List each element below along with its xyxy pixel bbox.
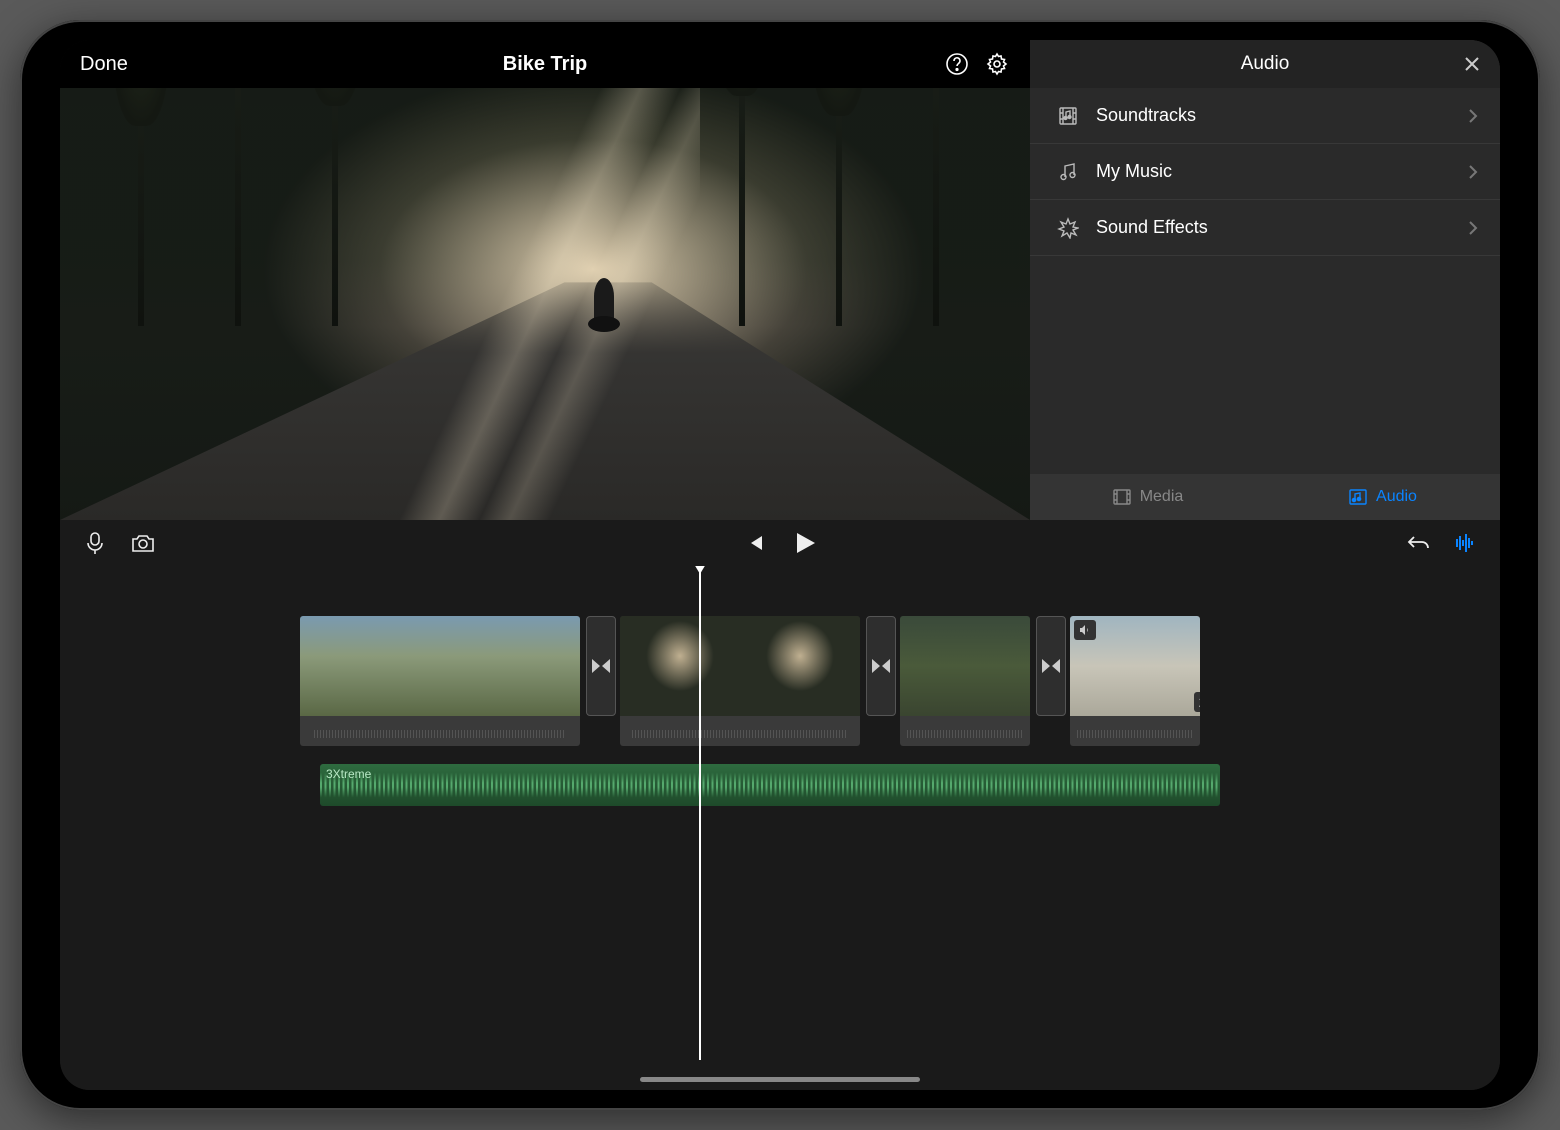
media-tab-label: Media — [1140, 488, 1184, 506]
transition-2[interactable] — [866, 616, 896, 716]
video-clips-row: 27.0s — [300, 616, 1480, 746]
my-music-label: My Music — [1096, 161, 1468, 182]
video-clip-1[interactable] — [300, 616, 580, 746]
sound-effects-label: Sound Effects — [1096, 217, 1468, 238]
clip-audio-waveform — [900, 716, 1030, 746]
home-indicator[interactable] — [640, 1077, 920, 1082]
chevron-right-icon — [1468, 164, 1478, 180]
chevron-right-icon — [1468, 220, 1478, 236]
audio-track-waveform — [320, 764, 1220, 806]
burst-icon — [1052, 217, 1084, 239]
transition-1[interactable] — [586, 616, 616, 716]
audio-tab[interactable]: Audio — [1265, 474, 1500, 520]
mute-badge-icon — [1074, 620, 1096, 640]
soundtracks-label: Soundtracks — [1096, 105, 1468, 126]
video-preview[interactable] — [60, 88, 1030, 520]
close-panel-button[interactable] — [1462, 54, 1482, 74]
undo-button[interactable] — [1404, 528, 1434, 558]
audio-track[interactable]: 3Xtreme — [320, 764, 1220, 806]
audio-tab-label: Audio — [1376, 488, 1417, 506]
audio-panel: Audio Soundtracks — [1030, 40, 1500, 520]
waveform-toggle-button[interactable] — [1450, 528, 1480, 558]
sound-effects-row[interactable]: Sound Effects — [1030, 200, 1500, 256]
camera-button[interactable] — [128, 528, 158, 558]
playback-toolbar — [60, 520, 1500, 566]
audio-panel-header: Audio — [1030, 40, 1500, 88]
soundtracks-row[interactable]: Soundtracks — [1030, 88, 1500, 144]
done-button[interactable]: Done — [80, 53, 128, 76]
timeline[interactable]: 27.0s 3Xtreme — [60, 566, 1500, 1090]
project-title: Bike Trip — [60, 53, 1030, 76]
play-button[interactable] — [790, 528, 820, 558]
settings-button[interactable] — [984, 51, 1010, 77]
chevron-right-icon — [1468, 108, 1478, 124]
audio-panel-title: Audio — [1241, 53, 1290, 75]
panel-tabs: Media Audio — [1030, 474, 1500, 520]
microphone-button[interactable] — [80, 528, 110, 558]
video-clip-2[interactable] — [620, 616, 860, 746]
clip-audio-waveform — [620, 716, 860, 746]
video-clip-4[interactable]: 27.0s — [1070, 616, 1200, 746]
audio-tab-icon — [1348, 487, 1368, 507]
video-preview-panel: Done Bike Trip — [60, 40, 1030, 520]
video-clip-3[interactable] — [900, 616, 1030, 746]
clip-audio-waveform — [300, 716, 580, 746]
media-tab[interactable]: Media — [1030, 474, 1265, 520]
film-icon — [1112, 487, 1132, 507]
clip-audio-waveform — [1070, 716, 1200, 746]
audio-track-name: 3Xtreme — [326, 767, 371, 781]
skip-back-button[interactable] — [740, 528, 770, 558]
film-music-icon — [1052, 105, 1084, 127]
help-button[interactable] — [944, 51, 970, 77]
audio-category-list: Soundtracks My Music — [1030, 88, 1500, 474]
music-note-icon — [1052, 161, 1084, 183]
clip-duration-label: 27.0s — [1194, 692, 1200, 712]
transition-3[interactable] — [1036, 616, 1066, 716]
preview-header: Done Bike Trip — [60, 40, 1030, 88]
my-music-row[interactable]: My Music — [1030, 144, 1500, 200]
playhead[interactable] — [699, 566, 701, 1060]
